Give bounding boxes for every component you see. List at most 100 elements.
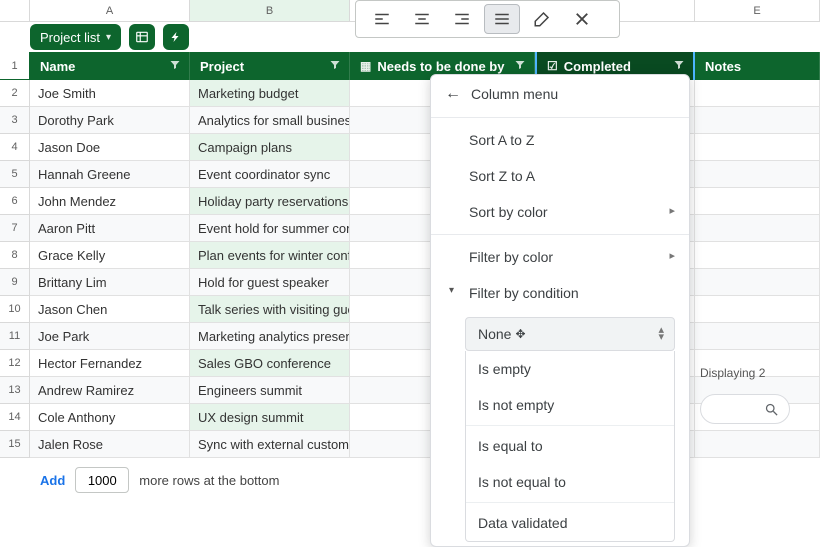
cell-project[interactable]: Sync with external customers <box>190 431 350 458</box>
lightning-icon[interactable] <box>163 24 189 50</box>
menu-sort-az[interactable]: Sort A to Z <box>431 122 689 158</box>
table-row: 14Cole AnthonyUX design summit <box>0 404 820 431</box>
cell-notes[interactable] <box>695 323 820 350</box>
option-data-validated[interactable]: Data validated <box>466 505 674 541</box>
filter-icon[interactable] <box>169 59 181 74</box>
cell-notes[interactable] <box>695 242 820 269</box>
table-view-icon[interactable] <box>129 24 155 50</box>
cell-name[interactable]: Grace Kelly <box>30 242 190 269</box>
table-row: 3Dorothy ParkAnalytics for small busines… <box>0 107 820 134</box>
row-number[interactable]: 3 <box>0 107 30 134</box>
row-number[interactable]: 8 <box>0 242 30 269</box>
option-is-not-equal[interactable]: Is not equal to <box>466 464 674 500</box>
cell-project[interactable]: Hold for guest speaker <box>190 269 350 296</box>
cell-project[interactable]: Event hold for summer conference <box>190 215 350 242</box>
row-number-1[interactable]: 1 <box>0 52 30 80</box>
add-rows-button[interactable]: Add <box>40 473 65 488</box>
calendar-icon: ▦ <box>360 59 371 73</box>
checkbox-icon: ☑ <box>547 59 558 73</box>
cell-project[interactable]: Sales GBO conference <box>190 350 350 377</box>
menu-filter-by-color[interactable]: Filter by color <box>431 239 689 275</box>
updown-icon: ▴▾ <box>658 327 664 341</box>
row-number[interactable]: 11 <box>0 323 30 350</box>
cell-name[interactable]: Hannah Greene <box>30 161 190 188</box>
align-center-button[interactable] <box>404 4 440 34</box>
filter-icon[interactable] <box>673 59 685 74</box>
cell-name[interactable]: Cole Anthony <box>30 404 190 431</box>
cell-name[interactable]: Jalen Rose <box>30 431 190 458</box>
search-icon <box>764 402 779 417</box>
cell-name[interactable]: Jason Doe <box>30 134 190 161</box>
select-all-corner[interactable] <box>0 0 30 22</box>
menu-filter-by-condition[interactable]: Filter by condition <box>431 275 689 311</box>
cell-name[interactable]: Aaron Pitt <box>30 215 190 242</box>
cell-project[interactable]: Marketing budget <box>190 80 350 107</box>
column-header-project[interactable]: Project <box>190 52 350 80</box>
cell-name[interactable]: Dorothy Park <box>30 107 190 134</box>
align-right-button[interactable] <box>444 4 480 34</box>
cell-project[interactable]: Marketing analytics presentation <box>190 323 350 350</box>
menu-sort-by-color[interactable]: Sort by color <box>431 194 689 230</box>
option-is-not-empty[interactable]: Is not empty <box>466 387 674 423</box>
column-header-name[interactable]: Name <box>30 52 190 80</box>
row-number[interactable]: 14 <box>0 404 30 431</box>
cell-notes[interactable] <box>695 161 820 188</box>
cell-project[interactable]: UX design summit <box>190 404 350 431</box>
table-row: 15Jalen RoseSync with external customers <box>0 431 820 458</box>
cell-project[interactable]: Talk series with visiting guests <box>190 296 350 323</box>
cell-notes[interactable] <box>695 269 820 296</box>
edit-button[interactable] <box>524 4 560 34</box>
cell-notes[interactable] <box>695 431 820 458</box>
back-arrow-icon[interactable]: ← <box>445 85 461 103</box>
cell-notes[interactable] <box>695 296 820 323</box>
cell-notes[interactable] <box>695 107 820 134</box>
row-number[interactable]: 9 <box>0 269 30 296</box>
cell-project[interactable]: Analytics for small businesses <box>190 107 350 134</box>
cell-name[interactable]: John Mendez <box>30 188 190 215</box>
search-pill[interactable] <box>700 394 790 424</box>
option-is-empty[interactable]: Is empty <box>466 351 674 387</box>
cell-name[interactable]: Brittany Lim <box>30 269 190 296</box>
row-number[interactable]: 4 <box>0 134 30 161</box>
table-row: 5Hannah GreeneEvent coordinator sync <box>0 161 820 188</box>
close-button[interactable] <box>564 4 600 34</box>
cell-name[interactable]: Joe Park <box>30 323 190 350</box>
cell-project[interactable]: Engineers summit <box>190 377 350 404</box>
row-number[interactable]: 13 <box>0 377 30 404</box>
row-number[interactable]: 2 <box>0 80 30 107</box>
cell-name[interactable]: Hector Fernandez <box>30 350 190 377</box>
row-number[interactable]: 15 <box>0 431 30 458</box>
condition-select[interactable]: None ✥ ▴▾ <box>465 317 675 351</box>
col-header-B[interactable]: B <box>190 0 350 22</box>
option-is-equal[interactable]: Is equal to <box>466 428 674 464</box>
filter-icon[interactable] <box>514 59 526 74</box>
cell-name[interactable]: Andrew Ramirez <box>30 377 190 404</box>
row-number[interactable]: 5 <box>0 161 30 188</box>
add-rows-suffix: more rows at the bottom <box>139 473 279 488</box>
col-header-E[interactable]: E <box>695 0 820 22</box>
table-chip[interactable]: Project list ▾ <box>30 24 121 50</box>
cell-project[interactable]: Campaign plans <box>190 134 350 161</box>
filter-icon[interactable] <box>329 59 341 74</box>
row-number[interactable]: 10 <box>0 296 30 323</box>
row-number[interactable]: 7 <box>0 215 30 242</box>
cell-project[interactable]: Holiday party reservations <box>190 188 350 215</box>
row-number[interactable]: 12 <box>0 350 30 377</box>
table-row: 11Joe ParkMarketing analytics presentati… <box>0 323 820 350</box>
cell-project[interactable]: Plan events for winter conference <box>190 242 350 269</box>
col-header-A[interactable]: A <box>30 0 190 22</box>
cell-notes[interactable] <box>695 188 820 215</box>
cell-name[interactable]: Joe Smith <box>30 80 190 107</box>
row-number[interactable]: 6 <box>0 188 30 215</box>
cell-project[interactable]: Event coordinator sync <box>190 161 350 188</box>
cell-notes[interactable] <box>695 134 820 161</box>
cell-notes[interactable] <box>695 80 820 107</box>
table-row: 9Brittany LimHold for guest speaker <box>0 269 820 296</box>
align-justify-button[interactable] <box>484 4 520 34</box>
menu-sort-za[interactable]: Sort Z to A <box>431 158 689 194</box>
align-left-button[interactable] <box>364 4 400 34</box>
column-header-notes[interactable]: Notes <box>695 52 820 80</box>
add-rows-count-input[interactable] <box>75 467 129 493</box>
cell-notes[interactable] <box>695 215 820 242</box>
cell-name[interactable]: Jason Chen <box>30 296 190 323</box>
